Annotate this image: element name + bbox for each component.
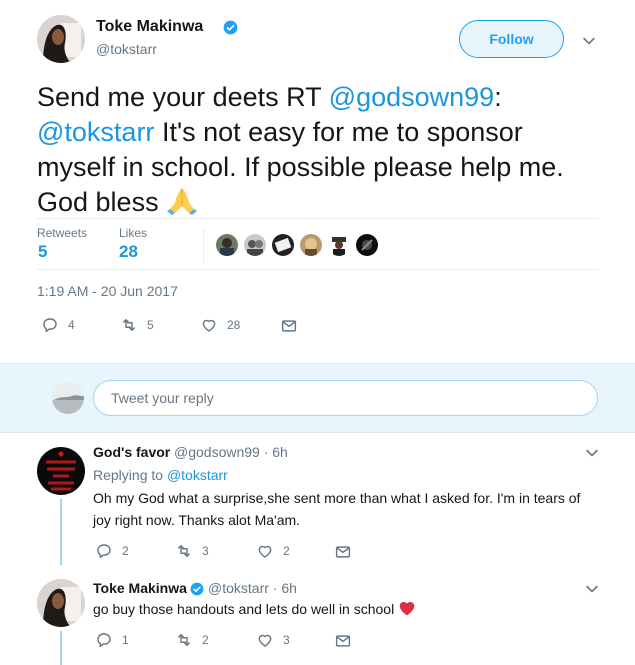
mention-link[interactable]: @godsown99 bbox=[329, 82, 495, 112]
replying-to-prefix: Replying to bbox=[93, 467, 167, 483]
like-action[interactable]: 3 bbox=[256, 631, 290, 649]
author-avatar[interactable] bbox=[37, 15, 85, 63]
reply-count: 1 bbox=[122, 633, 129, 647]
retweet-icon[interactable] bbox=[120, 316, 138, 334]
message-icon[interactable] bbox=[280, 317, 298, 335]
retweet-action[interactable]: 3 bbox=[175, 542, 209, 560]
chevron-down-icon[interactable] bbox=[582, 36, 596, 46]
like-count: 2 bbox=[283, 544, 290, 558]
reply-handle-time[interactable]: @godsown99 · 6h bbox=[174, 444, 288, 460]
reply-author-avatar[interactable] bbox=[37, 447, 85, 495]
tweet-text-part: : bbox=[494, 82, 502, 112]
like-icon[interactable] bbox=[256, 542, 274, 560]
retweet-count: 5 bbox=[147, 318, 154, 332]
liker-avatar[interactable] bbox=[356, 234, 378, 256]
like-action[interactable]: 2 bbox=[256, 542, 290, 560]
tweet-text: Send me your deets RT @godsown99: @tokst… bbox=[37, 80, 602, 220]
retweets-label[interactable]: Retweets bbox=[37, 226, 87, 240]
liker-avatar[interactable] bbox=[300, 234, 322, 256]
message-action[interactable] bbox=[334, 543, 352, 561]
chevron-down-icon[interactable] bbox=[585, 448, 599, 458]
retweets-count[interactable]: 5 bbox=[38, 242, 47, 262]
reply-action[interactable]: 2 bbox=[95, 542, 129, 560]
message-icon[interactable] bbox=[334, 543, 352, 561]
likes-label[interactable]: Likes bbox=[119, 226, 147, 240]
reply-icon[interactable] bbox=[95, 542, 113, 560]
retweet-action[interactable]: 2 bbox=[175, 631, 209, 649]
folded-hands-emoji bbox=[166, 185, 198, 215]
like-count: 28 bbox=[227, 318, 241, 332]
verified-icon bbox=[190, 582, 204, 596]
divider bbox=[37, 269, 599, 270]
divider bbox=[37, 218, 599, 219]
retweet-icon[interactable] bbox=[175, 542, 193, 560]
reply-count: 4 bbox=[68, 318, 75, 332]
message-action[interactable] bbox=[334, 632, 352, 650]
reply-input[interactable]: Tweet your reply bbox=[93, 380, 598, 416]
like-icon[interactable] bbox=[256, 631, 274, 649]
liker-avatar[interactable] bbox=[328, 234, 350, 256]
replying-to-line: Replying to @tokstarr bbox=[93, 467, 228, 483]
reply-text-content: go buy those handouts and lets do well i… bbox=[93, 601, 395, 617]
reply-text: go buy those handouts and lets do well i… bbox=[93, 598, 598, 620]
reply-author-avatar[interactable] bbox=[37, 579, 85, 627]
retweet-action[interactable]: 5 bbox=[120, 316, 154, 334]
retweet-count: 3 bbox=[202, 544, 209, 558]
reply-icon[interactable] bbox=[41, 316, 59, 334]
message-icon[interactable] bbox=[334, 632, 352, 650]
like-icon[interactable] bbox=[200, 316, 218, 334]
thread-line bbox=[60, 631, 62, 665]
reply-count: 2 bbox=[122, 544, 129, 558]
thread-line bbox=[60, 499, 62, 565]
liker-avatar[interactable] bbox=[244, 234, 266, 256]
current-user-avatar bbox=[52, 382, 84, 414]
like-action[interactable]: 28 bbox=[200, 316, 240, 334]
mention-link[interactable]: @tokstarr bbox=[37, 117, 154, 147]
author-display-name[interactable]: Toke Makinwa bbox=[96, 18, 203, 36]
stats-separator bbox=[203, 228, 204, 262]
reply-display-name[interactable]: God's favor bbox=[93, 444, 170, 460]
reply-text: Oh my God what a surprise,she sent more … bbox=[93, 490, 581, 528]
red-heart-emoji bbox=[398, 600, 416, 616]
retweet-count: 2 bbox=[202, 633, 209, 647]
retweet-icon[interactable] bbox=[175, 631, 193, 649]
liker-avatar[interactable] bbox=[272, 234, 294, 256]
reply-display-name[interactable]: Toke Makinwa bbox=[93, 580, 187, 596]
likes-count[interactable]: 28 bbox=[119, 242, 138, 262]
follow-button[interactable]: Follow bbox=[459, 20, 564, 58]
verified-icon bbox=[223, 20, 238, 35]
like-count: 3 bbox=[283, 633, 290, 647]
reply-icon[interactable] bbox=[95, 631, 113, 649]
tweet-timestamp[interactable]: 1:19 AM - 20 Jun 2017 bbox=[37, 283, 178, 299]
chevron-down-icon[interactable] bbox=[585, 584, 599, 594]
message-action[interactable] bbox=[280, 317, 298, 335]
author-handle[interactable]: @tokstarr bbox=[96, 41, 157, 57]
tweet-text-part: Send me your deets RT bbox=[37, 82, 329, 112]
replying-to-link[interactable]: @tokstarr bbox=[167, 467, 228, 483]
reply-action[interactable]: 4 bbox=[41, 316, 75, 334]
reply-action[interactable]: 1 bbox=[95, 631, 129, 649]
liker-avatar[interactable] bbox=[216, 234, 238, 256]
reply-handle-time[interactable]: @tokstarr · 6h bbox=[208, 580, 297, 596]
